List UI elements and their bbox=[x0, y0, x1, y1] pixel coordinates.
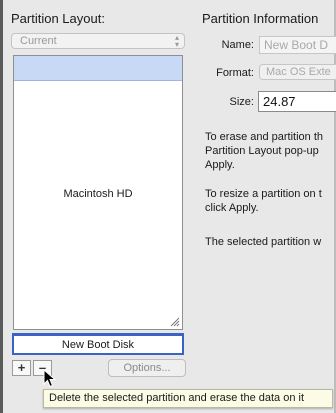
resize-handle-icon[interactable] bbox=[170, 317, 180, 327]
partition-information-heading: Partition Information bbox=[202, 11, 319, 26]
partition-new-boot-disk[interactable]: New Boot Disk bbox=[12, 333, 184, 355]
info-text-erase: To erase and partition th Partition Layo… bbox=[205, 131, 324, 171]
partition-macintosh-hd[interactable]: Macintosh HD bbox=[14, 188, 182, 200]
add-partition-button[interactable]: + bbox=[12, 360, 31, 376]
format-label: Format: bbox=[216, 67, 254, 79]
popup-arrows-icon: ▴ ▾ bbox=[174, 33, 179, 49]
partition-layout-heading: Partition Layout: bbox=[11, 11, 105, 26]
size-field[interactable]: 24.87 bbox=[258, 91, 336, 112]
partition-layout-popup[interactable]: Current ▴ ▾ bbox=[11, 33, 185, 49]
name-field[interactable]: New Boot D bbox=[259, 36, 336, 54]
size-label: Size: bbox=[229, 96, 254, 108]
partition-layout-popup-value: Current bbox=[20, 35, 57, 47]
partition-new-boot-disk-label: New Boot Disk bbox=[61, 339, 135, 351]
partition-layout-map[interactable]: Macintosh HD bbox=[13, 55, 183, 330]
options-button[interactable]: Options... bbox=[108, 359, 186, 377]
format-popup[interactable]: Mac OS Exte bbox=[259, 64, 336, 80]
remove-button-tooltip: Delete the selected partition and erase … bbox=[43, 389, 333, 408]
name-label: Name: bbox=[221, 39, 254, 51]
info-text-resize: To resize a partition on t click Apply. bbox=[205, 188, 322, 214]
info-text-selected: The selected partition w bbox=[205, 236, 322, 248]
mouse-pointer-icon bbox=[43, 369, 57, 388]
window-frame-left bbox=[0, 0, 3, 413]
free-space-segment[interactable] bbox=[14, 56, 182, 81]
